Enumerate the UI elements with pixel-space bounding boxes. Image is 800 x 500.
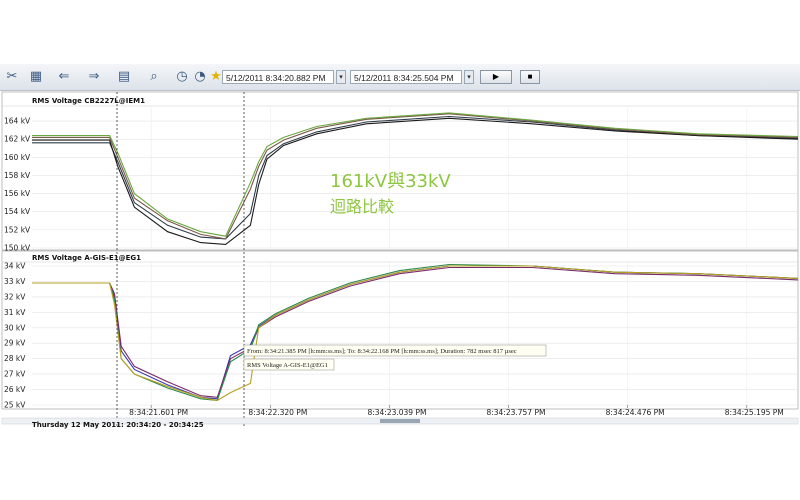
xtick-label: 8:34:23.757 PM bbox=[486, 408, 545, 417]
overlay-line-2: 迴路比較 bbox=[330, 197, 394, 216]
channel-tag-text: RMS Voltage A-GIS-E1@EG1 bbox=[247, 362, 328, 369]
xtick-label: 8:34:21.601 PM bbox=[129, 408, 188, 417]
ytick-label-bottom: 32 kV bbox=[4, 292, 26, 301]
xtick-label: 8:34:23.039 PM bbox=[367, 408, 426, 417]
ytick-label-top: 162 kV bbox=[4, 135, 31, 144]
ytick-label-bottom: 30 kV bbox=[4, 323, 26, 332]
ytick-label-bottom: 29 kV bbox=[4, 339, 26, 348]
xtick-label: 8:34:24.476 PM bbox=[606, 408, 665, 417]
ytick-label-top: 154 kV bbox=[4, 207, 31, 216]
panel-bottom-title: RMS Voltage A-GIS-E1@EG1 bbox=[32, 254, 141, 262]
ytick-label-bottom: 25 kV bbox=[4, 401, 26, 410]
xtick-label: 8:34:22.320 PM bbox=[248, 408, 307, 417]
voltage-chart: RMS Voltage CB2227L@IEM1 150 kV152 kV154… bbox=[1, 91, 799, 429]
measurement-text: From: 8:34:21.385 PM [h:mm:ss.ms]; To: 8… bbox=[247, 348, 517, 355]
ytick-label-top: 164 kV bbox=[4, 117, 31, 126]
ytick-label-top: 152 kV bbox=[4, 225, 31, 234]
ytick-label-bottom: 28 kV bbox=[4, 354, 26, 363]
xtick-label: 8:34:25.195 PM bbox=[725, 408, 784, 417]
ytick-label-bottom: 33 kV bbox=[4, 277, 26, 286]
ytick-label-top: 158 kV bbox=[4, 171, 31, 180]
ytick-label-top: 160 kV bbox=[4, 153, 31, 162]
ytick-label-bottom: 31 kV bbox=[4, 308, 26, 317]
panel-top-title: RMS Voltage CB2227L@IEM1 bbox=[32, 97, 145, 105]
ytick-label-top: 156 kV bbox=[4, 189, 31, 198]
ytick-label-bottom: 26 kV bbox=[4, 385, 26, 394]
ytick-label-bottom: 34 kV bbox=[4, 262, 26, 271]
overlay-line-1: 161kV與33kV bbox=[330, 171, 451, 192]
time-scrollbar-thumb[interactable] bbox=[380, 419, 420, 423]
footer-date-range: Thursday 12 May 2011: 20:34:20 - 20:34:2… bbox=[32, 421, 204, 429]
ytick-label-bottom: 27 kV bbox=[4, 370, 26, 379]
